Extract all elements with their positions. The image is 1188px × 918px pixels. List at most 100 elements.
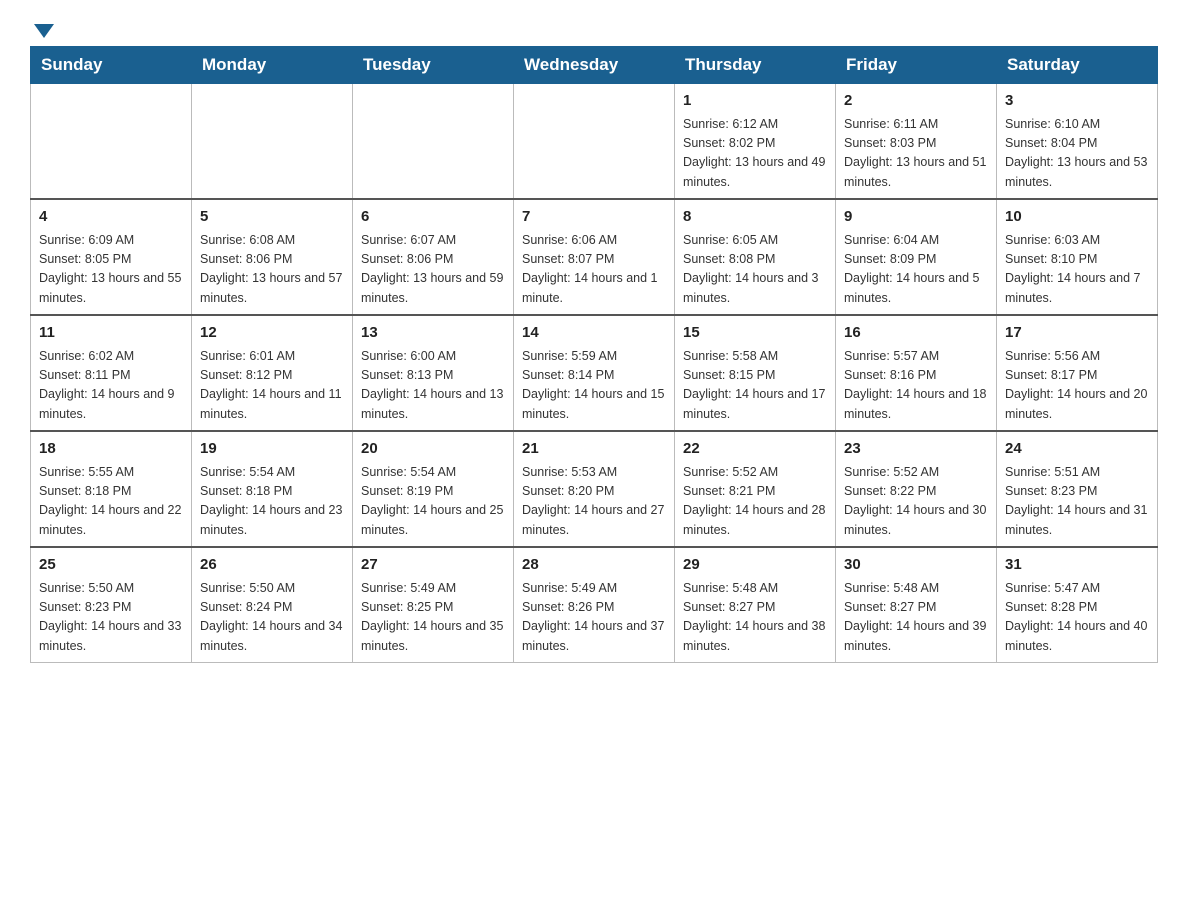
calendar-cell — [353, 84, 514, 200]
calendar-week-row: 18Sunrise: 5:55 AM Sunset: 8:18 PM Dayli… — [31, 431, 1158, 547]
day-number: 10 — [1005, 206, 1149, 229]
day-number: 26 — [200, 554, 344, 577]
day-info: Sunrise: 5:58 AM Sunset: 8:15 PM Dayligh… — [683, 347, 827, 425]
day-number: 25 — [39, 554, 183, 577]
day-info: Sunrise: 5:48 AM Sunset: 8:27 PM Dayligh… — [844, 579, 988, 657]
calendar-cell: 28Sunrise: 5:49 AM Sunset: 8:26 PM Dayli… — [514, 547, 675, 663]
day-number: 3 — [1005, 90, 1149, 113]
day-number: 17 — [1005, 322, 1149, 345]
calendar-cell: 23Sunrise: 5:52 AM Sunset: 8:22 PM Dayli… — [836, 431, 997, 547]
day-info: Sunrise: 5:51 AM Sunset: 8:23 PM Dayligh… — [1005, 463, 1149, 541]
calendar-cell: 14Sunrise: 5:59 AM Sunset: 8:14 PM Dayli… — [514, 315, 675, 431]
day-of-week-header: Sunday — [31, 47, 192, 84]
calendar-cell: 9Sunrise: 6:04 AM Sunset: 8:09 PM Daylig… — [836, 199, 997, 315]
day-number: 30 — [844, 554, 988, 577]
calendar-cell: 10Sunrise: 6:03 AM Sunset: 8:10 PM Dayli… — [997, 199, 1158, 315]
calendar-cell: 20Sunrise: 5:54 AM Sunset: 8:19 PM Dayli… — [353, 431, 514, 547]
day-info: Sunrise: 6:00 AM Sunset: 8:13 PM Dayligh… — [361, 347, 505, 425]
day-number: 5 — [200, 206, 344, 229]
day-info: Sunrise: 6:04 AM Sunset: 8:09 PM Dayligh… — [844, 231, 988, 309]
day-of-week-header: Friday — [836, 47, 997, 84]
calendar-cell: 31Sunrise: 5:47 AM Sunset: 8:28 PM Dayli… — [997, 547, 1158, 663]
day-info: Sunrise: 6:07 AM Sunset: 8:06 PM Dayligh… — [361, 231, 505, 309]
calendar-cell: 29Sunrise: 5:48 AM Sunset: 8:27 PM Dayli… — [675, 547, 836, 663]
day-info: Sunrise: 5:52 AM Sunset: 8:21 PM Dayligh… — [683, 463, 827, 541]
calendar-cell: 5Sunrise: 6:08 AM Sunset: 8:06 PM Daylig… — [192, 199, 353, 315]
day-number: 24 — [1005, 438, 1149, 461]
logo-arrow-icon — [34, 24, 54, 38]
day-info: Sunrise: 6:02 AM Sunset: 8:11 PM Dayligh… — [39, 347, 183, 425]
calendar-cell — [31, 84, 192, 200]
day-info: Sunrise: 6:03 AM Sunset: 8:10 PM Dayligh… — [1005, 231, 1149, 309]
calendar-cell: 4Sunrise: 6:09 AM Sunset: 8:05 PM Daylig… — [31, 199, 192, 315]
day-number: 20 — [361, 438, 505, 461]
calendar-week-row: 25Sunrise: 5:50 AM Sunset: 8:23 PM Dayli… — [31, 547, 1158, 663]
day-info: Sunrise: 5:49 AM Sunset: 8:25 PM Dayligh… — [361, 579, 505, 657]
day-of-week-header: Thursday — [675, 47, 836, 84]
day-of-week-header: Monday — [192, 47, 353, 84]
day-number: 4 — [39, 206, 183, 229]
day-number: 8 — [683, 206, 827, 229]
calendar-cell: 25Sunrise: 5:50 AM Sunset: 8:23 PM Dayli… — [31, 547, 192, 663]
day-info: Sunrise: 5:49 AM Sunset: 8:26 PM Dayligh… — [522, 579, 666, 657]
calendar-cell: 18Sunrise: 5:55 AM Sunset: 8:18 PM Dayli… — [31, 431, 192, 547]
calendar-cell: 16Sunrise: 5:57 AM Sunset: 8:16 PM Dayli… — [836, 315, 997, 431]
calendar-cell: 30Sunrise: 5:48 AM Sunset: 8:27 PM Dayli… — [836, 547, 997, 663]
calendar-cell: 26Sunrise: 5:50 AM Sunset: 8:24 PM Dayli… — [192, 547, 353, 663]
day-info: Sunrise: 5:50 AM Sunset: 8:24 PM Dayligh… — [200, 579, 344, 657]
calendar-cell: 7Sunrise: 6:06 AM Sunset: 8:07 PM Daylig… — [514, 199, 675, 315]
day-of-week-header: Tuesday — [353, 47, 514, 84]
day-info: Sunrise: 6:11 AM Sunset: 8:03 PM Dayligh… — [844, 115, 988, 193]
calendar-cell: 21Sunrise: 5:53 AM Sunset: 8:20 PM Dayli… — [514, 431, 675, 547]
calendar-cell: 15Sunrise: 5:58 AM Sunset: 8:15 PM Dayli… — [675, 315, 836, 431]
calendar-cell: 27Sunrise: 5:49 AM Sunset: 8:25 PM Dayli… — [353, 547, 514, 663]
day-number: 22 — [683, 438, 827, 461]
logo — [30, 20, 54, 36]
calendar-cell: 13Sunrise: 6:00 AM Sunset: 8:13 PM Dayli… — [353, 315, 514, 431]
day-number: 13 — [361, 322, 505, 345]
day-info: Sunrise: 6:06 AM Sunset: 8:07 PM Dayligh… — [522, 231, 666, 309]
day-number: 23 — [844, 438, 988, 461]
day-number: 21 — [522, 438, 666, 461]
day-info: Sunrise: 6:12 AM Sunset: 8:02 PM Dayligh… — [683, 115, 827, 193]
day-info: Sunrise: 5:55 AM Sunset: 8:18 PM Dayligh… — [39, 463, 183, 541]
calendar-week-row: 1Sunrise: 6:12 AM Sunset: 8:02 PM Daylig… — [31, 84, 1158, 200]
day-number: 2 — [844, 90, 988, 113]
day-info: Sunrise: 6:09 AM Sunset: 8:05 PM Dayligh… — [39, 231, 183, 309]
day-number: 9 — [844, 206, 988, 229]
day-number: 11 — [39, 322, 183, 345]
calendar-cell: 2Sunrise: 6:11 AM Sunset: 8:03 PM Daylig… — [836, 84, 997, 200]
day-info: Sunrise: 5:50 AM Sunset: 8:23 PM Dayligh… — [39, 579, 183, 657]
day-number: 28 — [522, 554, 666, 577]
calendar-cell: 8Sunrise: 6:05 AM Sunset: 8:08 PM Daylig… — [675, 199, 836, 315]
day-number: 27 — [361, 554, 505, 577]
day-of-week-header: Saturday — [997, 47, 1158, 84]
calendar-cell — [514, 84, 675, 200]
day-info: Sunrise: 6:10 AM Sunset: 8:04 PM Dayligh… — [1005, 115, 1149, 193]
day-number: 18 — [39, 438, 183, 461]
calendar-week-row: 4Sunrise: 6:09 AM Sunset: 8:05 PM Daylig… — [31, 199, 1158, 315]
day-info: Sunrise: 5:48 AM Sunset: 8:27 PM Dayligh… — [683, 579, 827, 657]
day-info: Sunrise: 5:47 AM Sunset: 8:28 PM Dayligh… — [1005, 579, 1149, 657]
day-info: Sunrise: 5:57 AM Sunset: 8:16 PM Dayligh… — [844, 347, 988, 425]
day-of-week-header: Wednesday — [514, 47, 675, 84]
day-number: 19 — [200, 438, 344, 461]
day-info: Sunrise: 5:54 AM Sunset: 8:19 PM Dayligh… — [361, 463, 505, 541]
page-header — [30, 20, 1158, 36]
calendar-cell: 22Sunrise: 5:52 AM Sunset: 8:21 PM Dayli… — [675, 431, 836, 547]
calendar-cell: 17Sunrise: 5:56 AM Sunset: 8:17 PM Dayli… — [997, 315, 1158, 431]
day-info: Sunrise: 5:54 AM Sunset: 8:18 PM Dayligh… — [200, 463, 344, 541]
calendar-cell: 12Sunrise: 6:01 AM Sunset: 8:12 PM Dayli… — [192, 315, 353, 431]
day-number: 29 — [683, 554, 827, 577]
day-number: 15 — [683, 322, 827, 345]
day-info: Sunrise: 5:59 AM Sunset: 8:14 PM Dayligh… — [522, 347, 666, 425]
day-number: 1 — [683, 90, 827, 113]
calendar-cell: 24Sunrise: 5:51 AM Sunset: 8:23 PM Dayli… — [997, 431, 1158, 547]
calendar-cell — [192, 84, 353, 200]
day-info: Sunrise: 6:01 AM Sunset: 8:12 PM Dayligh… — [200, 347, 344, 425]
day-info: Sunrise: 6:05 AM Sunset: 8:08 PM Dayligh… — [683, 231, 827, 309]
calendar-cell: 3Sunrise: 6:10 AM Sunset: 8:04 PM Daylig… — [997, 84, 1158, 200]
day-number: 16 — [844, 322, 988, 345]
calendar-cell: 1Sunrise: 6:12 AM Sunset: 8:02 PM Daylig… — [675, 84, 836, 200]
day-info: Sunrise: 5:52 AM Sunset: 8:22 PM Dayligh… — [844, 463, 988, 541]
